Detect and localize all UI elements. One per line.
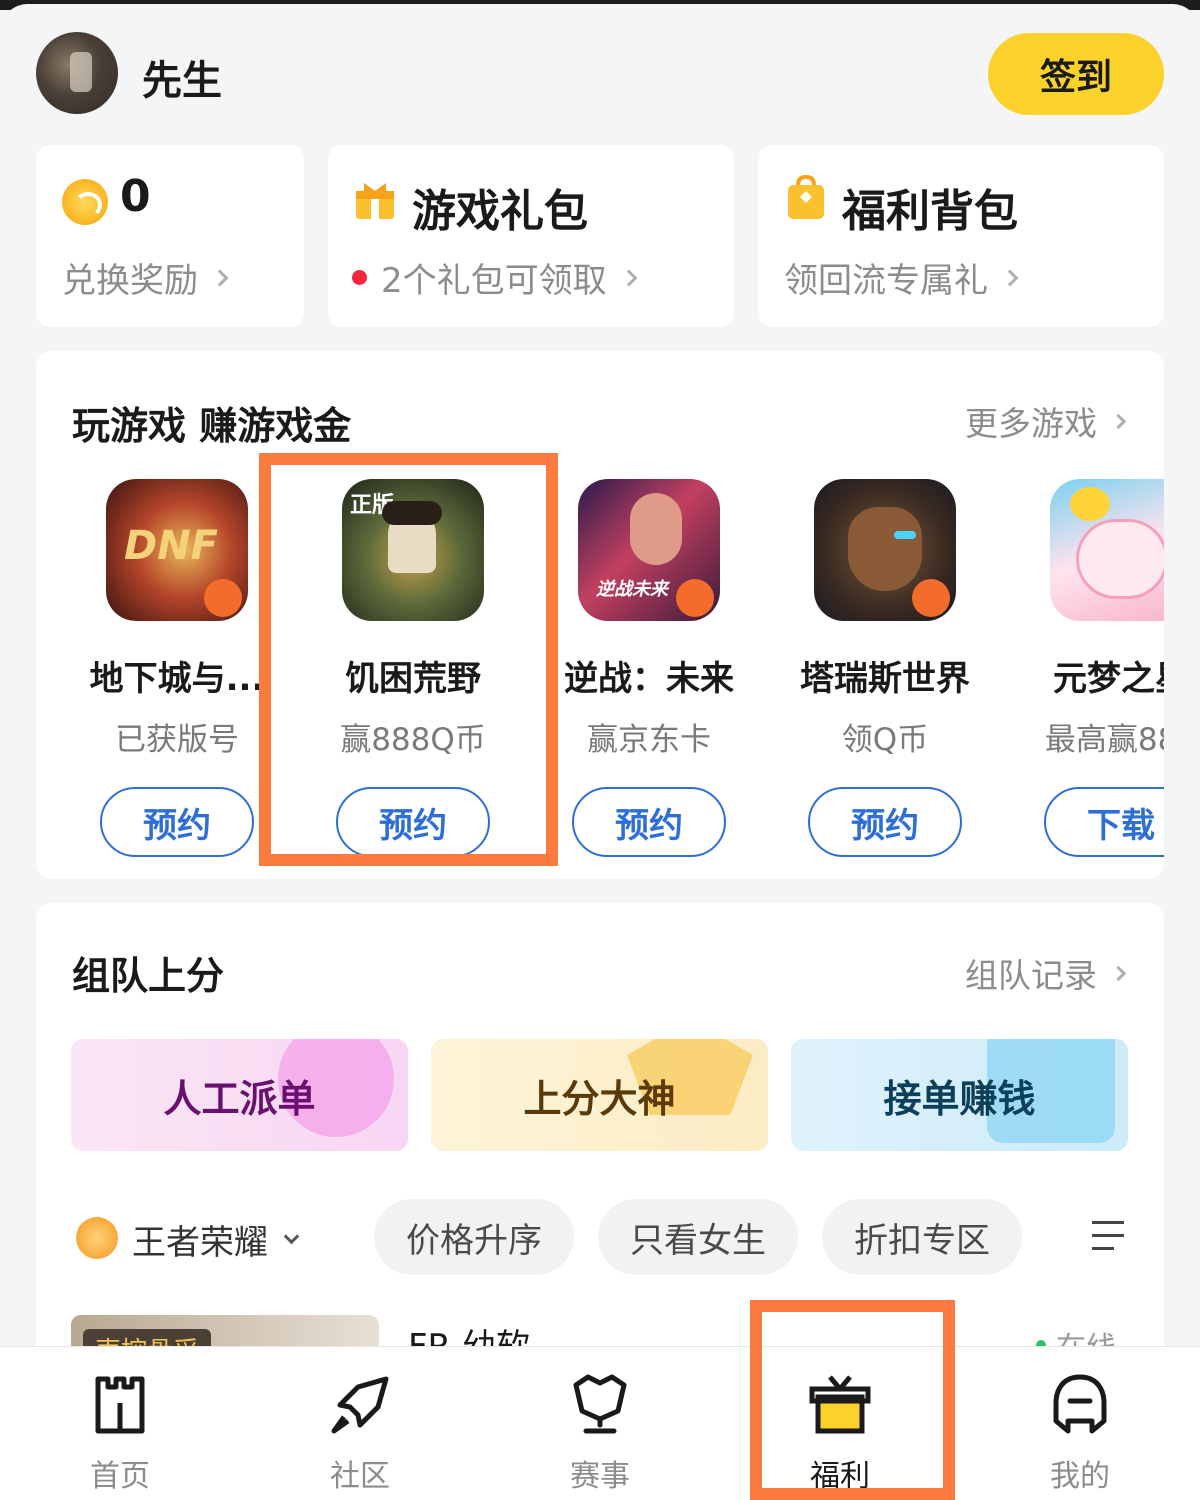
coins-card[interactable]: 0 兑换奖励 [36,145,304,327]
backpack-icon [788,175,824,219]
character-face-icon [1076,519,1164,599]
bottom-tab-bar: 首页 社区 赛事 福利 我的 [0,1346,1200,1500]
promo-badge-icon [912,579,950,617]
game-icon-dnf[interactable]: DNF [106,479,248,621]
team-up-section: 组队上分 组队记录 人工派单 上分大神 接单赚钱 王者荣耀 价格升序 只看女生 … [36,903,1164,1363]
profile-icon [1053,1374,1107,1434]
coins-sub-label: 兑换奖励 [62,261,198,301]
chevron-right-icon [620,269,638,286]
coin-balance: 0 [120,171,151,222]
highlight-box [259,453,558,866]
avatar[interactable] [36,32,118,114]
team-records-label: 组队记录 [965,956,1097,995]
character-face-icon [630,493,682,565]
section-title: 组队上分 [72,954,225,998]
filter-female-only[interactable]: 只看女生 [598,1199,798,1275]
welfare-bag-sub: 领回流专属礼 [784,253,1019,302]
more-games-link[interactable]: 更多游戏 [965,397,1127,445]
game-name: 塔瑞斯世界 [800,659,970,699]
tile-label: 上分大神 [523,1076,676,1121]
tab-label: 赛事 [570,1459,630,1494]
game-reward: 赢京东卡 [587,722,711,758]
game-icon-text: DNF [124,523,219,569]
chevron-right-icon [1110,965,1127,981]
manual-dispatch-tile[interactable]: 人工派单 [71,1039,408,1151]
welfare-bag-card[interactable]: 福利背包 领回流专属礼 [758,145,1164,327]
trophy-icon [573,1374,627,1434]
game-gift-card[interactable]: 游戏礼包 2个礼包可领取 [328,145,734,327]
tab-label: 我的 [1050,1459,1110,1494]
rocket-icon [331,1376,389,1434]
reserve-button[interactable]: 预约 [808,787,962,857]
play-games-section: 玩游戏 赚游戏金 更多游戏 DNF 地下城与... 已获版号 预约 正版 饥困荒… [36,351,1164,879]
duck-icon [1070,487,1110,521]
welfare-bag-title: 福利背包 [842,186,1018,237]
chevron-right-icon [1001,269,1019,286]
top-player-tile[interactable]: 上分大神 [431,1039,768,1151]
username: 先生 [142,58,222,104]
tab-label: 首页 [90,1459,150,1494]
take-orders-tile[interactable]: 接单赚钱 [791,1039,1128,1151]
notification-dot [352,270,367,285]
tab-profile[interactable]: 我的 [960,1347,1200,1500]
more-games-label: 更多游戏 [965,404,1097,443]
team-records-link[interactable]: 组队记录 [965,949,1127,997]
game-card-yuanmeng: 元梦之星 最高赢888 下载 [1003,479,1164,857]
reserve-button[interactable]: 预约 [572,787,726,857]
game-gift-sub-label: 2个礼包可领取 [381,261,607,301]
highlight-box [750,1300,955,1500]
promo-badge-icon [204,579,242,617]
section-title: 玩游戏 赚游戏金 [72,404,352,448]
king-glory-icon [76,1217,118,1259]
game-filter-label: 王者荣耀 [132,1223,268,1263]
game-card-tarisland: 塔瑞斯世界 领Q币 预约 [767,479,1003,857]
tile-label: 接单赚钱 [883,1076,1036,1121]
signin-button[interactable]: 签到 [988,33,1164,115]
castle-icon [95,1376,145,1434]
tab-events[interactable]: 赛事 [480,1347,720,1500]
game-card-nizhan: 逆战未来 逆战：未来 赢京东卡 预约 [531,479,767,857]
filter-price-asc[interactable]: 价格升序 [374,1199,574,1275]
game-filter-dropdown[interactable]: 王者荣耀 [132,1215,300,1264]
game-gift-title: 游戏礼包 [412,186,588,237]
lion-eye-icon [894,531,916,539]
coins-sub: 兑换奖励 [62,253,229,302]
game-icon-nizhan[interactable]: 逆战未来 [578,479,720,621]
screen-top-corner [0,4,1200,34]
download-button[interactable]: 下载 [1044,787,1164,857]
game-icon-text: 逆战未来 [596,579,668,600]
tab-home[interactable]: 首页 [0,1347,240,1500]
game-icon-tarisland[interactable] [814,479,956,621]
game-reward: 最高赢888 [1044,722,1164,758]
promo-badge-icon [676,579,714,617]
filter-discount[interactable]: 折扣专区 [822,1199,1022,1275]
game-name: 逆战：未来 [564,659,734,699]
chevron-right-icon [1110,413,1127,429]
tab-label: 社区 [330,1459,390,1494]
tab-community[interactable]: 社区 [240,1347,480,1500]
gift-box-icon [356,183,394,219]
chevron-right-icon [211,269,229,286]
menu-icon[interactable] [1092,1221,1124,1251]
game-gift-sub: 2个礼包可领取 [352,253,638,302]
reserve-button[interactable]: 预约 [100,787,254,857]
coin-icon [62,179,108,225]
game-reward: 领Q币 [841,722,929,758]
game-icon-yuanmeng[interactable] [1050,479,1164,621]
welfare-bag-sub-label: 领回流专属礼 [784,261,988,301]
game-name: 元梦之星 [1053,659,1164,699]
tile-label: 人工派单 [163,1076,316,1121]
lion-face-icon [848,507,922,591]
chevron-down-icon [283,1228,300,1245]
